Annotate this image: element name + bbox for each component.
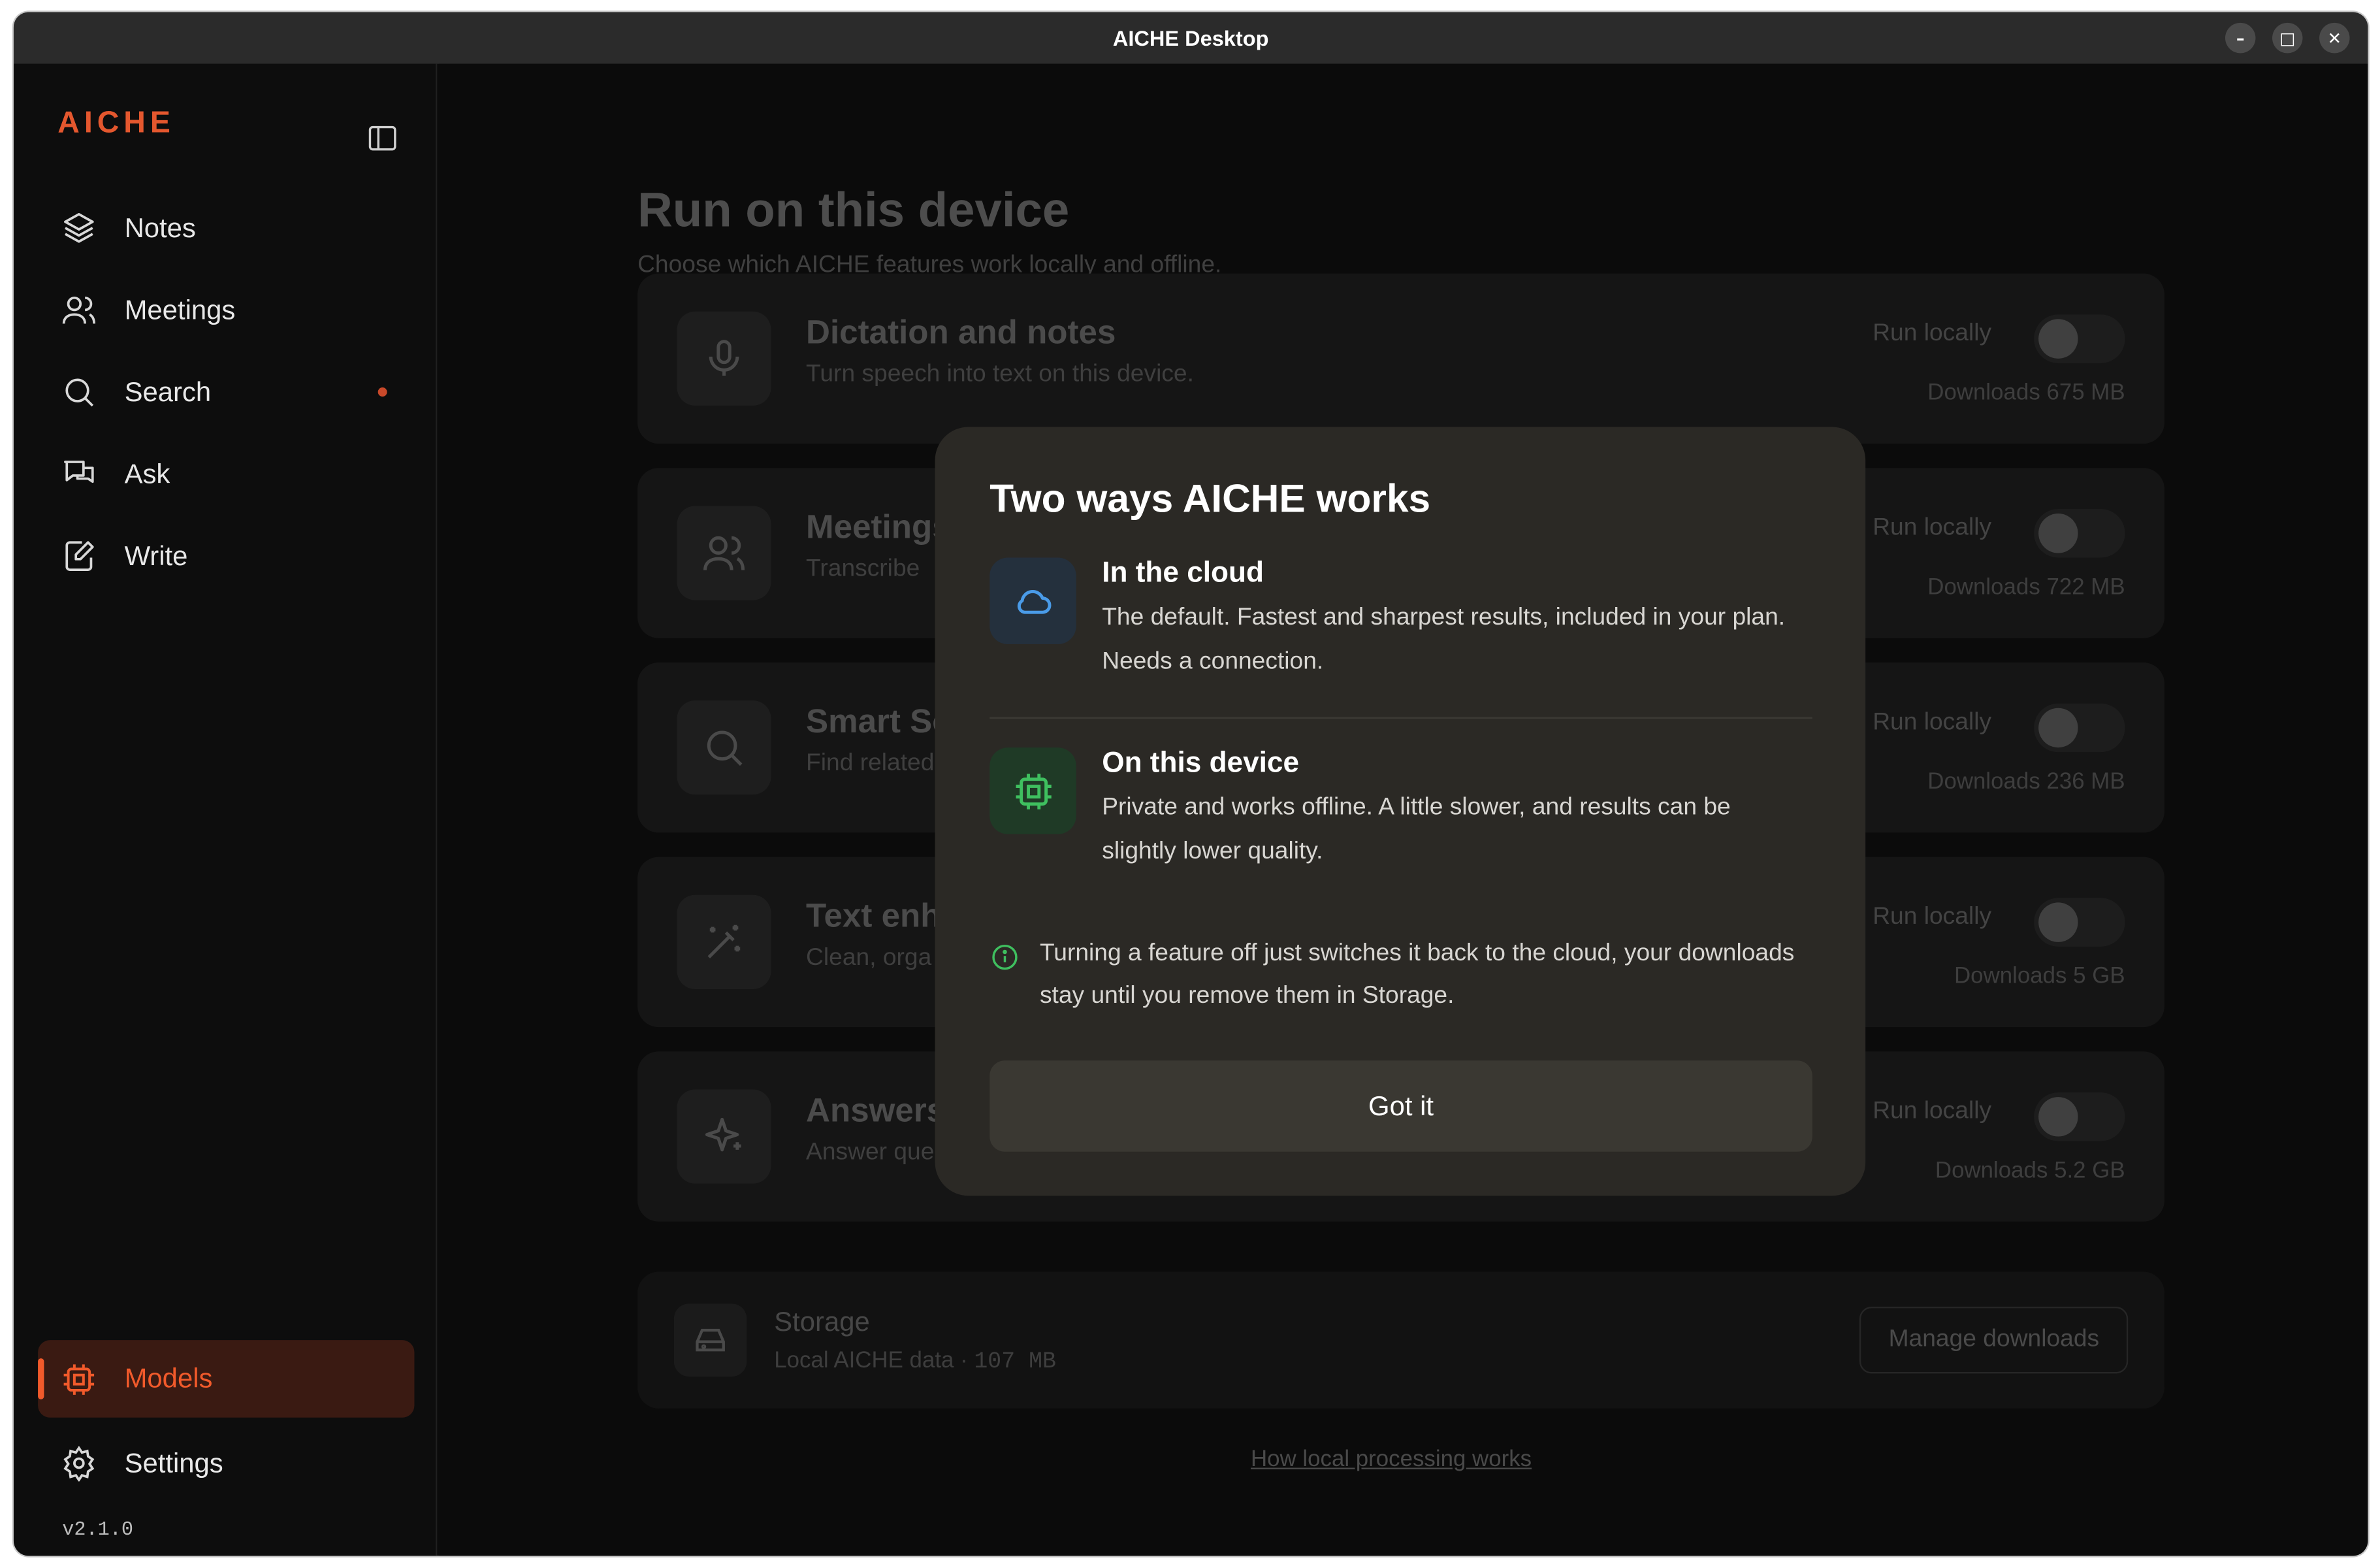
feature-title: Dictation and notes — [806, 313, 1116, 351]
page-title: Run on this device — [637, 182, 1070, 237]
download-size: Downloads 5 GB — [1954, 963, 2125, 989]
window-title: AICHE Desktop — [1112, 25, 1269, 50]
sidebar-item-write[interactable]: Write — [38, 515, 414, 597]
users-icon — [62, 296, 95, 324]
sidebar-item-label: Notes — [124, 212, 196, 242]
layers-icon — [64, 213, 94, 243]
download-size: Downloads 675 MB — [1927, 380, 2125, 406]
cloud-icon — [1016, 589, 1051, 613]
sidebar-item-notes[interactable]: Notes — [38, 187, 414, 269]
info-text: Turning a feature off just switches it b… — [1039, 940, 1795, 1009]
feature-title: Text enh — [806, 896, 941, 935]
feature-description: Answer que — [806, 1139, 935, 1166]
how-local-processing-link[interactable]: How local processing works — [1251, 1446, 1532, 1473]
active-indicator — [38, 1358, 44, 1399]
feature-title: Meetings — [806, 507, 951, 546]
sidebar-item-models[interactable]: Models — [38, 1340, 415, 1418]
sidebar-item-label: Settings — [124, 1447, 223, 1478]
device-heading: On this device — [1102, 747, 1300, 780]
gear-icon — [63, 1445, 95, 1482]
run-locally-toggle[interactable] — [2034, 314, 2125, 363]
app-window: AICHE Desktop – □ ✕ AICHE Notes Meetings — [13, 12, 2368, 1556]
run-locally-label: Run locally — [1873, 710, 1992, 736]
storage-card: Storage Local AICHE data · 107 MB Manage… — [637, 1271, 2165, 1409]
chip-icon — [63, 1364, 95, 1394]
download-size: Downloads 236 MB — [1927, 768, 2125, 795]
chat-icon — [64, 461, 94, 483]
title-bar: AICHE Desktop – □ ✕ — [13, 12, 2368, 64]
feature-title: Smart Se — [806, 702, 951, 740]
run-locally-label: Run locally — [1873, 320, 1992, 347]
sidebar-item-label: Search — [124, 376, 212, 407]
mic-icon — [709, 340, 739, 376]
modal-title: Two ways AICHE works — [989, 475, 1431, 521]
cloud-text: The default. Fastest and sharpest result… — [1102, 604, 1786, 675]
run-locally-label: Run locally — [1873, 515, 1992, 541]
manage-downloads-button[interactable]: Manage downloads — [1859, 1307, 2129, 1374]
minimize-button[interactable]: – — [2225, 22, 2256, 54]
sidebar-item-settings[interactable]: Settings — [38, 1422, 414, 1505]
info-modal: Two ways AICHE works In the cloud The de… — [935, 427, 1866, 1196]
sidebar-item-meetings[interactable]: Meetings — [38, 269, 414, 351]
sidebar: AICHE Notes Meetings Search Ask Write Mo… — [13, 63, 438, 1556]
chip-icon — [1015, 773, 1051, 809]
storage-title: Storage — [774, 1307, 870, 1337]
search-icon — [65, 378, 94, 407]
download-size: Downloads 722 MB — [1927, 574, 2125, 600]
got-it-button[interactable]: Got it — [989, 1060, 1812, 1152]
feature-description: Transcribe — [806, 556, 920, 582]
search-icon — [707, 730, 743, 766]
feature-card-dictation: Dictation and notes Turn speech into tex… — [637, 273, 2165, 444]
sidebar-item-label: Meetings — [124, 294, 236, 325]
storage-size: 107 MB — [974, 1349, 1056, 1375]
users-icon — [703, 536, 745, 570]
sidebar-toggle-icon[interactable] — [366, 122, 399, 155]
run-locally-label: Run locally — [1873, 904, 1992, 930]
sparkle-icon — [705, 1117, 741, 1152]
feature-description: Clean, orga — [806, 945, 932, 972]
run-locally-label: Run locally — [1873, 1098, 1992, 1124]
run-locally-toggle[interactable] — [2034, 898, 2125, 947]
edit-icon — [65, 541, 94, 571]
run-locally-toggle[interactable] — [2034, 703, 2125, 753]
maximize-button[interactable]: □ — [2272, 22, 2303, 54]
feature-title: Answers — [806, 1090, 946, 1129]
feature-description: Turn speech into text on this device. — [806, 361, 1194, 388]
run-locally-toggle[interactable] — [2034, 509, 2125, 558]
run-locally-toggle[interactable] — [2034, 1092, 2125, 1141]
device-text: Private and works offline. A little slow… — [1102, 794, 1731, 865]
close-button[interactable]: ✕ — [2319, 22, 2350, 54]
sidebar-nav: Notes Meetings Search Ask Write — [38, 187, 414, 597]
storage-subtitle: Local AICHE data · 107 MB — [774, 1347, 1056, 1375]
notification-dot — [378, 387, 387, 397]
sidebar-bottom-nav: Models Settings — [38, 1340, 415, 1505]
feature-description: Find related — [806, 750, 935, 777]
wand-icon — [707, 924, 741, 958]
sidebar-item-ask[interactable]: Ask — [38, 433, 414, 515]
brand-logo: AICHE — [57, 106, 175, 140]
cloud-heading: In the cloud — [1102, 557, 1264, 590]
modal-divider — [989, 717, 1812, 719]
sidebar-item-label: Write — [124, 540, 188, 571]
download-size: Downloads 5.2 GB — [1935, 1158, 2125, 1184]
hard-drive-icon — [696, 1328, 725, 1352]
sidebar-item-search[interactable]: Search — [38, 351, 414, 433]
sidebar-item-label: Ask — [124, 458, 170, 489]
info-icon — [992, 944, 1018, 970]
sidebar-item-label: Models — [124, 1363, 213, 1394]
app-version: v2.1.0 — [62, 1518, 134, 1541]
